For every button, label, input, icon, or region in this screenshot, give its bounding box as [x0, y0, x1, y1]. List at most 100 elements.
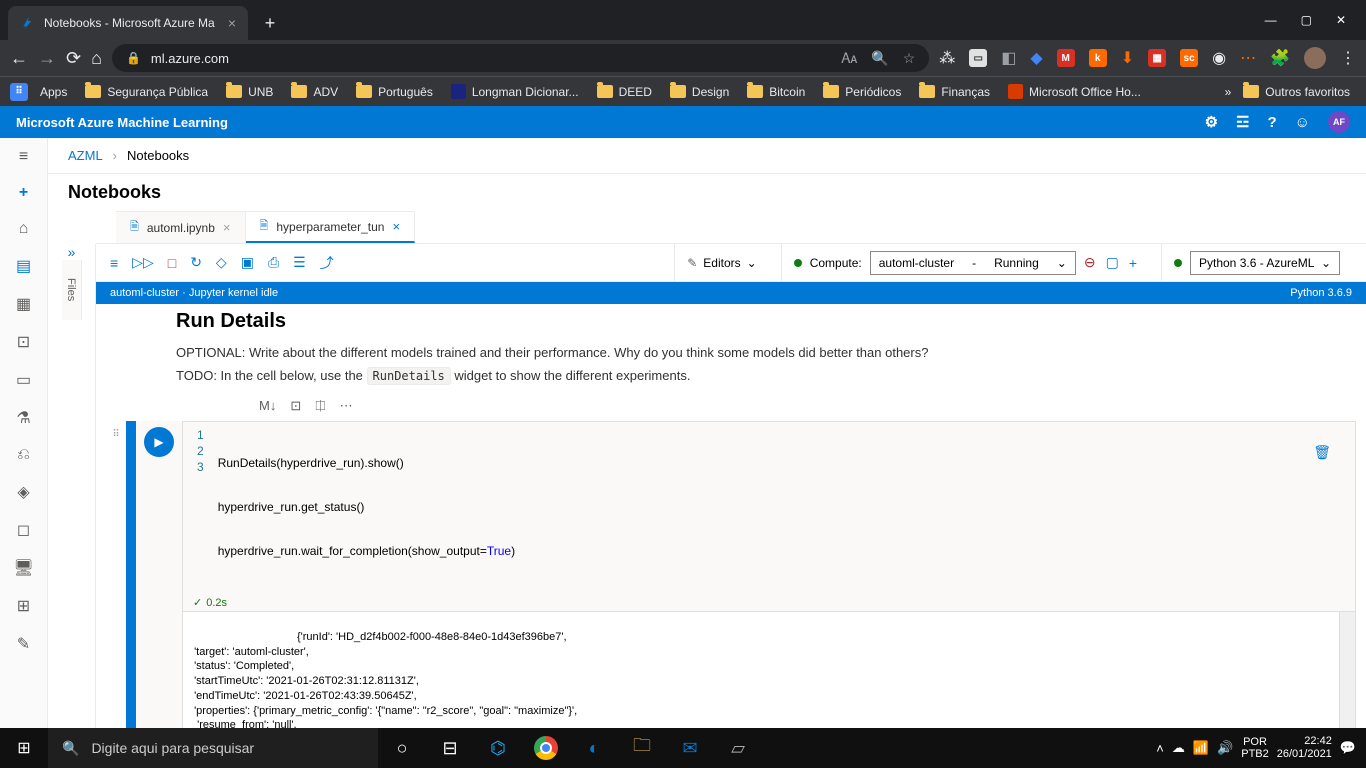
- notebook-tab-hyperparam[interactable]: 🗎 hyperparameter_tun ×: [246, 211, 416, 243]
- ext-8-icon[interactable]: ▦: [1148, 49, 1166, 67]
- endpoints-icon[interactable]: ◻: [17, 520, 30, 540]
- drag-handle-icon[interactable]: ⠿: [106, 421, 126, 728]
- compute-dropdown[interactable]: automl-cluster - Running ⌄: [870, 251, 1076, 275]
- language-indicator[interactable]: POR PTB2: [1241, 736, 1269, 760]
- compute-icon[interactable]: 🖥: [13, 558, 33, 578]
- ext-1-icon[interactable]: ⁂: [939, 48, 955, 68]
- split-cell-icon[interactable]: ⎅: [312, 395, 328, 417]
- notebook-tab-automl[interactable]: 🗎 automl.ipynb ×: [116, 211, 246, 243]
- menu-toggle-icon[interactable]: ≡: [110, 255, 118, 271]
- star-icon[interactable]: ☆: [903, 50, 916, 67]
- models-icon[interactable]: ◈: [17, 482, 29, 502]
- close-tab-icon[interactable]: ×: [228, 15, 236, 31]
- close-window-icon[interactable]: ✕: [1336, 13, 1346, 27]
- new-tab-button[interactable]: +: [256, 9, 284, 37]
- code-editor[interactable]: 123 RunDetails(hyperdrive_run).show() hy…: [183, 422, 1355, 594]
- user-avatar[interactable]: AF: [1328, 111, 1350, 133]
- task-view-icon[interactable]: ⊟: [426, 728, 474, 768]
- zoom-icon[interactable]: 🔍: [871, 50, 888, 67]
- bookmark-longman[interactable]: Longman Dicionar...: [445, 80, 585, 103]
- ext-4-icon[interactable]: ◆: [1030, 48, 1042, 68]
- volume-icon[interactable]: 🔊: [1217, 740, 1233, 756]
- ext-9-icon[interactable]: sc: [1180, 49, 1198, 67]
- back-button[interactable]: ←: [10, 48, 28, 69]
- apps-icon[interactable]: ⠿: [10, 83, 28, 101]
- datasets-icon[interactable]: ▭: [16, 370, 31, 390]
- taskbar-search[interactable]: 🔍 Digite aqui para pesquisar: [48, 728, 378, 768]
- pipelines-icon[interactable]: ⎌: [17, 446, 30, 464]
- cell-output[interactable]: {'runId': 'HD_d2f4b002-f000-48e8-84e0-1d…: [183, 611, 1355, 728]
- start-button[interactable]: ⊞: [0, 728, 48, 768]
- profile-avatar-icon[interactable]: [1304, 47, 1326, 69]
- bookmark-bitcoin[interactable]: Bitcoin: [741, 81, 811, 103]
- notebooks-icon[interactable]: ▤: [16, 256, 31, 276]
- home-icon[interactable]: ⌂: [19, 220, 29, 238]
- stop-icon[interactable]: □: [168, 255, 176, 271]
- home-button[interactable]: ⌂: [91, 48, 102, 69]
- forward-button[interactable]: →: [38, 48, 56, 69]
- outline-icon[interactable]: ☰: [293, 254, 306, 271]
- variable-icon[interactable]: ▣: [241, 254, 254, 271]
- ext-5-icon[interactable]: M: [1057, 49, 1075, 67]
- clear-output-icon[interactable]: ◇: [216, 254, 227, 271]
- bookmarks-overflow-icon[interactable]: »: [1225, 85, 1232, 99]
- chrome-icon[interactable]: [522, 728, 570, 768]
- bookmark-apps[interactable]: Apps: [34, 81, 73, 103]
- menu-icon[interactable]: ≡: [19, 148, 28, 166]
- add-icon[interactable]: +: [19, 184, 28, 202]
- datastores-icon[interactable]: ⊞: [17, 596, 30, 616]
- browser-tab[interactable]: Notebooks - Microsoft Azure Ma ×: [8, 6, 248, 40]
- ext-3-icon[interactable]: ◧: [1001, 48, 1016, 68]
- terminal-icon[interactable]: ▢: [1106, 254, 1119, 271]
- more-icon[interactable]: ⋯: [337, 395, 356, 417]
- bookmark-unb[interactable]: UNB: [220, 81, 279, 103]
- notifications-icon[interactable]: 💬: [1340, 740, 1356, 756]
- output-scrollbar[interactable]: [1339, 612, 1355, 728]
- explorer-icon[interactable]: 🗀: [618, 728, 666, 768]
- reload-button[interactable]: ⟳: [66, 48, 81, 69]
- delete-cell-icon[interactable]: 🗑: [1313, 444, 1331, 461]
- edge-icon[interactable]: ◐: [570, 728, 618, 768]
- bookmark-financas[interactable]: Finanças: [913, 81, 996, 103]
- cortana-icon[interactable]: ○: [378, 728, 426, 768]
- export-icon[interactable]: ⤴: [320, 253, 334, 273]
- notebook-body[interactable]: Run Details OPTIONAL: Write about the di…: [96, 304, 1366, 728]
- close-tab-icon[interactable]: ×: [392, 219, 400, 234]
- translate-icon[interactable]: 🗛: [841, 50, 857, 67]
- bookmark-portugues[interactable]: Português: [350, 81, 439, 103]
- close-tab-icon[interactable]: ×: [223, 220, 231, 235]
- vscode-icon[interactable]: ⌬: [474, 728, 522, 768]
- ext-7-icon[interactable]: ⬇: [1121, 48, 1134, 68]
- run-all-icon[interactable]: ▷▷: [132, 254, 154, 271]
- expand-files-icon[interactable]: »: [58, 244, 86, 260]
- list-icon[interactable]: ☲: [1236, 113, 1249, 131]
- bookmark-office[interactable]: Microsoft Office Ho...: [1002, 80, 1147, 103]
- files-panel-tab[interactable]: Files: [62, 260, 82, 320]
- maximize-icon[interactable]: ▢: [1301, 13, 1312, 27]
- add-compute-icon[interactable]: +: [1129, 255, 1137, 271]
- address-bar[interactable]: 🔒 ml.azure.com 🗛 🔍 ☆: [112, 44, 929, 72]
- clock[interactable]: 22:42 26/01/2021: [1277, 735, 1332, 761]
- breadcrumb-root[interactable]: AZML: [68, 148, 103, 163]
- designer-icon[interactable]: ⊡: [17, 332, 30, 352]
- automl-icon[interactable]: ▦: [16, 294, 31, 314]
- experiments-icon[interactable]: ⚗: [16, 408, 30, 428]
- save-icon[interactable]: ⎙: [268, 254, 279, 271]
- bookmark-seguranca[interactable]: Segurança Pública: [79, 81, 214, 103]
- kernel-dropdown[interactable]: Python 3.6 - AzureML ⌄: [1190, 251, 1340, 275]
- ext-6-icon[interactable]: k: [1089, 49, 1107, 67]
- tray-overflow-icon[interactable]: ˄: [1156, 741, 1164, 756]
- help-icon[interactable]: ?: [1268, 114, 1277, 131]
- onedrive-icon[interactable]: ☁: [1172, 740, 1185, 756]
- bookmark-deed[interactable]: DEED: [591, 81, 658, 103]
- app-icon[interactable]: ▱: [714, 728, 762, 768]
- run-cell-button[interactable]: ▶: [144, 427, 174, 457]
- labeling-icon[interactable]: ✎: [17, 634, 30, 654]
- chrome-menu-icon[interactable]: ⋮: [1340, 48, 1356, 68]
- mail-icon[interactable]: ✉: [666, 728, 714, 768]
- settings-icon[interactable]: ⚙: [1205, 113, 1218, 131]
- feedback-icon[interactable]: ☺: [1295, 114, 1310, 131]
- ext-10-icon[interactable]: ◉: [1212, 48, 1226, 68]
- restart-icon[interactable]: ↻: [190, 254, 202, 271]
- minimize-icon[interactable]: —: [1265, 13, 1277, 27]
